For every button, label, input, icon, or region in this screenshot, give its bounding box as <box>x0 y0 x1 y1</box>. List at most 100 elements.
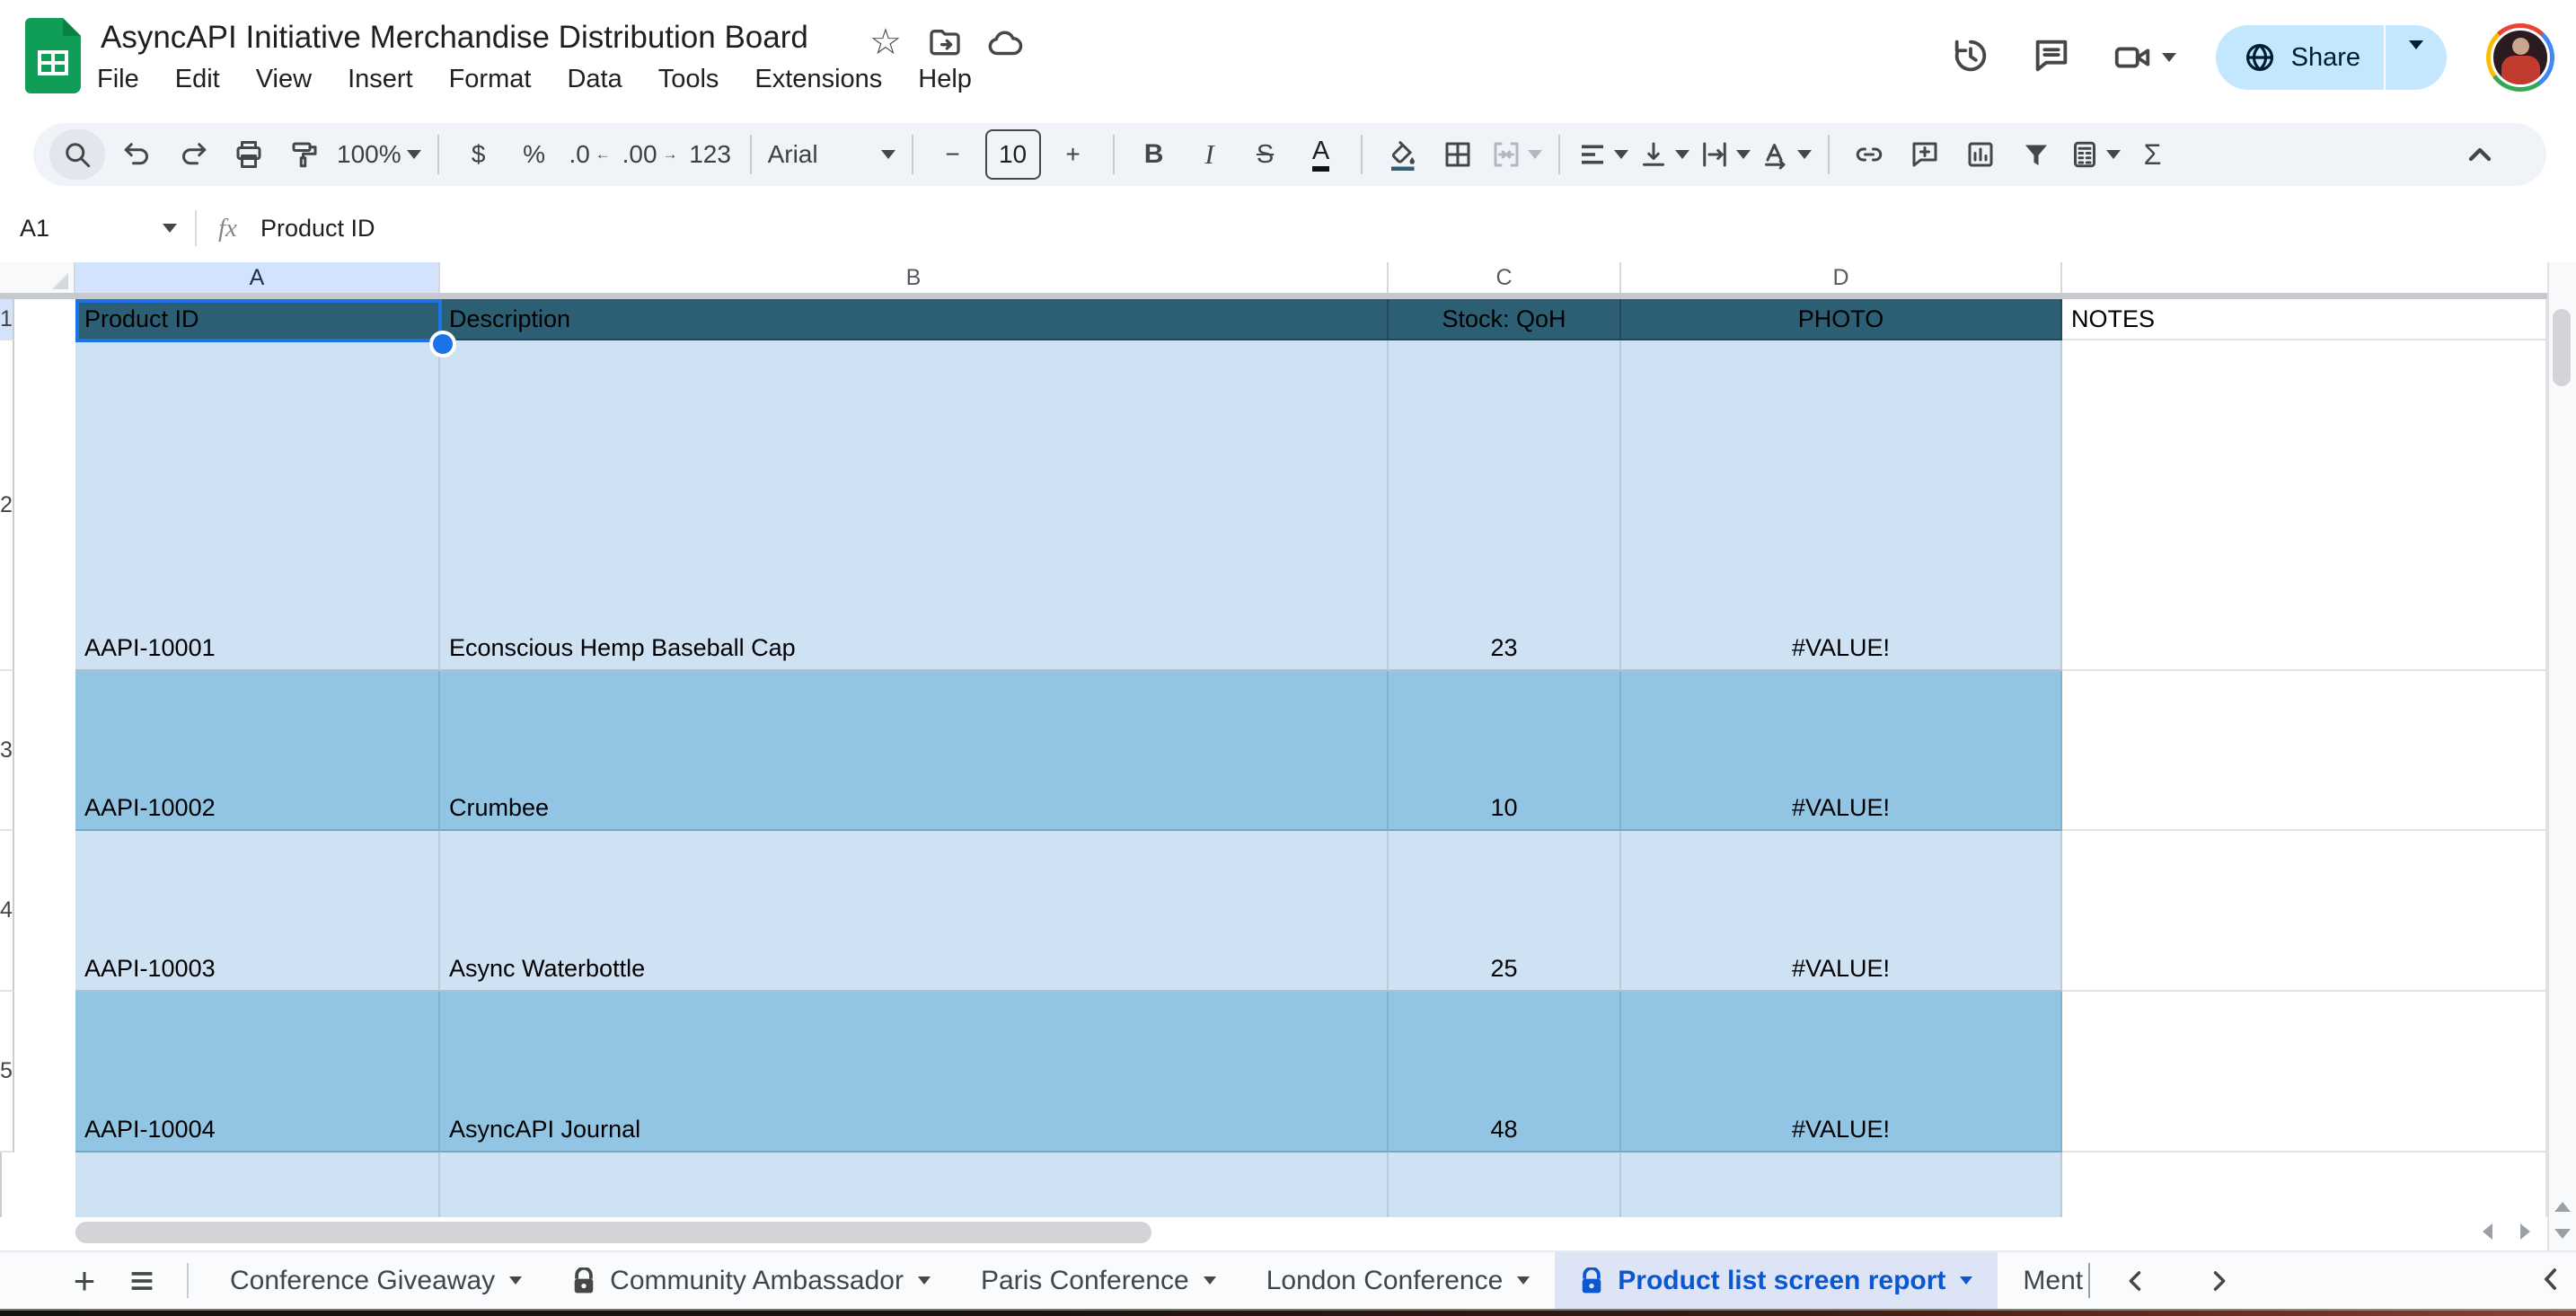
row-number-6[interactable] <box>0 1153 2 1217</box>
column-header-d[interactable]: D <box>1621 262 2062 293</box>
cell-a3-product-id[interactable]: AAPI-10002 <box>75 671 440 831</box>
insert-comment-button[interactable] <box>1901 129 1948 180</box>
cell-e6[interactable] <box>2062 1153 2547 1217</box>
cell-c3-stock[interactable]: 10 <box>1389 671 1621 831</box>
increase-decimal-button[interactable]: .00 → <box>622 129 678 180</box>
cell-b4-description[interactable]: Async Waterbottle <box>440 831 1389 992</box>
text-rotation-button[interactable] <box>1760 129 1812 180</box>
star-icon[interactable]: ☆ <box>869 22 902 63</box>
menu-format[interactable]: Format <box>449 65 532 94</box>
menu-tools[interactable]: Tools <box>658 65 719 94</box>
create-filter-button[interactable] <box>2013 129 2060 180</box>
camera-dropdown-caret[interactable] <box>2161 53 2176 62</box>
search-icon[interactable] <box>49 129 105 180</box>
menu-edit[interactable]: Edit <box>175 65 220 94</box>
cell-e5[interactable] <box>2062 992 2547 1153</box>
tab-dropdown-caret[interactable] <box>917 1276 931 1285</box>
cell-e4[interactable] <box>2062 831 2547 992</box>
format-currency-button[interactable]: $ <box>455 129 502 180</box>
namebox-caret[interactable] <box>163 224 177 233</box>
name-box[interactable]: A1 <box>0 215 177 243</box>
column-header-c[interactable]: C <box>1389 262 1621 293</box>
comments-icon[interactable] <box>2031 35 2072 81</box>
cell-d4-photo-error[interactable]: #VALUE! <box>1621 831 2062 992</box>
formula-input[interactable]: Product ID <box>260 215 375 243</box>
tab-conference-giveaway[interactable]: Conference Giveaway <box>205 1252 547 1309</box>
document-title[interactable]: AsyncAPI Initiative Merchandise Distribu… <box>101 20 808 56</box>
menu-help[interactable]: Help <box>918 65 972 94</box>
more-formats-button[interactable]: 123 <box>687 129 734 180</box>
decrease-font-size-button[interactable]: − <box>930 129 976 180</box>
meet-camera-icon[interactable] <box>2112 37 2176 78</box>
fill-color-button[interactable] <box>1379 129 1425 180</box>
cell-b6[interactable] <box>440 1153 1389 1217</box>
cell-c2-stock[interactable]: 23 <box>1389 340 1621 671</box>
cell-a2-product-id[interactable]: AAPI-10001 <box>75 340 440 671</box>
tab-dropdown-caret[interactable] <box>1517 1276 1531 1285</box>
text-wrapping-button[interactable] <box>1698 129 1751 180</box>
borders-button[interactable] <box>1434 129 1481 180</box>
menu-file[interactable]: File <box>97 65 139 94</box>
redo-button[interactable] <box>170 129 216 180</box>
menu-extensions[interactable]: Extensions <box>754 65 882 94</box>
share-button[interactable]: Share <box>2215 25 2447 90</box>
horizontal-align-button[interactable] <box>1576 129 1628 180</box>
insert-link-button[interactable] <box>1846 129 1892 180</box>
print-button[interactable] <box>225 129 272 180</box>
select-all-corner[interactable] <box>0 262 75 293</box>
column-header-b[interactable]: B <box>440 262 1389 293</box>
vertical-scrollbar[interactable] <box>2547 262 2576 1250</box>
menu-data[interactable]: Data <box>567 65 622 94</box>
share-dropdown-caret[interactable] <box>2386 40 2447 66</box>
cell-a6[interactable] <box>75 1153 440 1217</box>
cloud-status-icon[interactable] <box>986 25 1024 67</box>
cell-c5-stock[interactable]: 48 <box>1389 992 1621 1153</box>
row-number-5[interactable]: 5 <box>0 992 14 1153</box>
header-cell-stock[interactable]: Stock: QoH <box>1389 299 1621 340</box>
cell-e2[interactable] <box>2062 340 2547 671</box>
font-select[interactable]: Arial <box>768 129 895 180</box>
cell-a5-product-id[interactable]: AAPI-10004 <box>75 992 440 1153</box>
decrease-decimal-button[interactable]: .0 ← <box>567 129 613 180</box>
all-sheets-button[interactable] <box>113 1252 171 1309</box>
cell-b5-description[interactable]: AsyncAPI Journal <box>440 992 1389 1153</box>
column-header-a[interactable]: A <box>75 262 440 293</box>
tab-community-ambassador[interactable]: Community Ambassador <box>547 1252 956 1309</box>
menu-view[interactable]: View <box>256 65 312 94</box>
column-header-e[interactable] <box>2062 262 2547 293</box>
horizontal-scrollbar-thumb[interactable] <box>75 1222 1151 1243</box>
cell-d6[interactable] <box>1621 1153 2062 1217</box>
scroll-right-icon[interactable] <box>2520 1223 2530 1240</box>
cell-d2-photo-error[interactable]: #VALUE! <box>1621 340 2062 671</box>
tab-paris-conference[interactable]: Paris Conference <box>956 1252 1241 1309</box>
header-cell-photo[interactable]: PHOTO <box>1621 299 2062 340</box>
bold-button[interactable]: B <box>1131 129 1178 180</box>
cell-c6[interactable] <box>1389 1153 1621 1217</box>
tabs-scroll-left-icon[interactable] <box>2121 1266 2151 1296</box>
cell-e3[interactable] <box>2062 671 2547 831</box>
row-number-4[interactable]: 4 <box>0 831 14 992</box>
zoom-select[interactable]: 100% <box>337 129 421 180</box>
tab-dropdown-caret[interactable] <box>1203 1276 1216 1285</box>
add-sheet-button[interactable]: + <box>56 1252 113 1309</box>
functions-button[interactable]: Σ <box>2130 129 2176 180</box>
move-folder-icon[interactable] <box>927 25 963 66</box>
cell-c4-stock[interactable]: 25 <box>1389 831 1621 992</box>
undo-button[interactable] <box>114 129 161 180</box>
tab-dropdown-caret[interactable] <box>1960 1276 1973 1285</box>
merge-cells-button[interactable] <box>1490 129 1542 180</box>
font-size-input[interactable]: 10 <box>984 129 1041 180</box>
increase-font-size-button[interactable]: + <box>1050 129 1097 180</box>
header-cell-notes[interactable]: NOTES <box>2062 299 2547 340</box>
sheets-logo-icon[interactable] <box>25 18 81 93</box>
italic-button[interactable]: I <box>1187 129 1233 180</box>
expand-side-panel-icon[interactable] <box>2533 1261 2569 1297</box>
format-percent-button[interactable]: % <box>511 129 558 180</box>
header-cell-description[interactable]: Description <box>440 299 1389 340</box>
row-number-2[interactable]: 2 <box>0 340 14 671</box>
vertical-scrollbar-thumb[interactable] <box>2553 309 2571 386</box>
cell-d5-photo-error[interactable]: #VALUE! <box>1621 992 2062 1153</box>
tabs-scroll-right-icon[interactable] <box>2203 1266 2234 1296</box>
tab-truncated[interactable]: Ment <box>1998 1252 2088 1309</box>
scroll-down-icon[interactable] <box>2554 1229 2571 1239</box>
